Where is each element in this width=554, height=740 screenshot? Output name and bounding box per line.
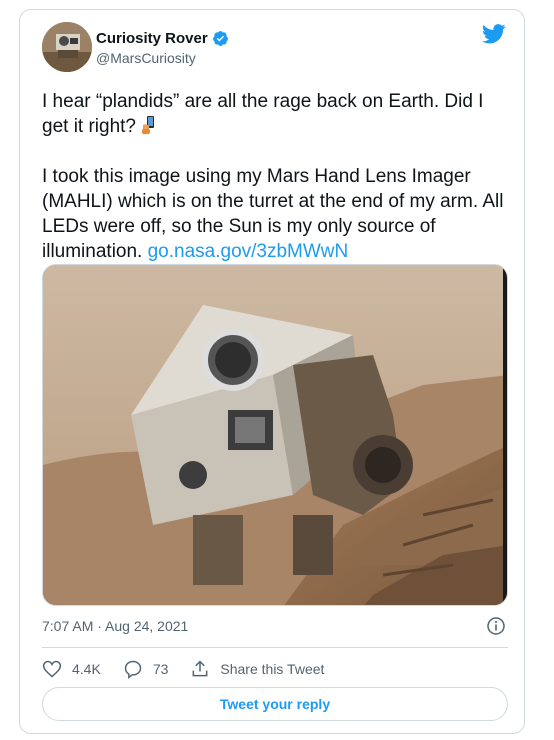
- share-label: Share this Tweet: [220, 661, 325, 677]
- share-icon: [192, 660, 208, 677]
- tweet-actions: 4.4K 73 Share this Tweet: [42, 657, 346, 681]
- share-button[interactable]: Share this Tweet: [190, 659, 324, 679]
- tweet-line-1: I hear “plandids” are all the rage back …: [42, 91, 489, 137]
- tweet-media[interactable]: [42, 264, 508, 606]
- tweet-your-reply-button[interactable]: Tweet your reply: [42, 687, 508, 721]
- author-name-row[interactable]: Curiosity Rover: [96, 30, 229, 47]
- rover-selfie-image: [43, 265, 507, 605]
- author-handle[interactable]: @MarsCuriosity: [96, 50, 196, 66]
- selfie-hand-icon: [142, 116, 155, 135]
- heart-icon: [42, 660, 62, 678]
- verified-badge-icon: [212, 31, 228, 46]
- reply-button[interactable]: 73: [123, 659, 169, 679]
- tweet-text: I hear “plandids” are all the rage back …: [42, 89, 512, 264]
- divider: [42, 647, 508, 648]
- info-icon[interactable]: [486, 616, 506, 636]
- reply-count: 73: [152, 661, 169, 677]
- avatar-image: [42, 22, 92, 72]
- twitter-bird-icon[interactable]: [482, 24, 506, 44]
- avatar[interactable]: [42, 22, 92, 72]
- tweet-timestamp[interactable]: 7:07 AM · Aug 24, 2021: [42, 618, 188, 634]
- like-count: 4.4K: [72, 661, 101, 677]
- tweet-card: Curiosity Rover @MarsCuriosity I hear “p…: [19, 9, 525, 734]
- author-name[interactable]: Curiosity Rover: [96, 30, 208, 47]
- reply-bubble-icon: [124, 660, 142, 679]
- tweet-link[interactable]: go.nasa.gov/3zbMWwN: [148, 241, 349, 262]
- like-button[interactable]: 4.4K: [42, 659, 101, 679]
